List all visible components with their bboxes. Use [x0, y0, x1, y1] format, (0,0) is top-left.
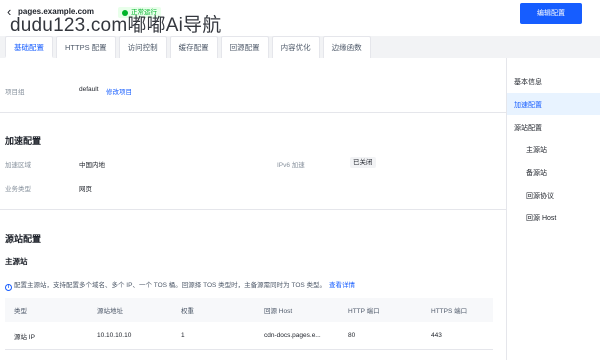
nav-item-acceleration[interactable]: 加速配置 — [514, 100, 542, 110]
tab-origin-pull[interactable]: 回源配置 — [220, 36, 269, 58]
primary-origin-title: 主源站 — [5, 257, 28, 266]
info-icon: i — [5, 284, 12, 291]
nav-item-basic-info[interactable]: 基本信息 — [514, 77, 542, 87]
tab-cache[interactable]: 缓存配置 — [169, 36, 218, 58]
business-type-label: 业务类型 — [5, 186, 31, 193]
anchor-nav: 基本信息 加速配置 源站配置 主源站 备源站 回源协议 回源 Host — [506, 58, 600, 360]
table-header: 类型 源站地址 权重 回源 Host HTTP 端口 HTTPS 端口 — [5, 298, 493, 322]
watermark-text: dudu123.com嘟嘟Ai导航 — [10, 15, 222, 36]
edit-project-link[interactable]: 修改项目 — [106, 86, 132, 96]
project-label: 项目组 — [5, 89, 25, 96]
col-weight: 权重 — [181, 308, 194, 315]
nav-item-origin-host[interactable]: 回源 Host — [526, 213, 556, 223]
col-address: 源站地址 — [97, 308, 123, 315]
col-type: 类型 — [14, 308, 27, 315]
business-type-value: 网页 — [79, 186, 92, 193]
divider — [0, 209, 506, 210]
nav-item-backup-origin[interactable]: 备源站 — [526, 168, 547, 178]
edit-config-button[interactable]: 编辑配置 — [520, 3, 582, 24]
cell-http-port: 80 — [348, 332, 356, 339]
divider — [0, 112, 506, 113]
tab-basic[interactable]: 基础配置 — [5, 36, 53, 58]
origin-notice: i 配置主源站，支持配置多个域名、多个 IP、一个 TOS 桶。回源择 TOS 类… — [5, 279, 355, 291]
notice-text: 配置主源站，支持配置多个域名、多个 IP、一个 TOS 桶。回源择 TOS 类型… — [14, 282, 327, 289]
tab-access-control[interactable]: 访问控制 — [118, 36, 167, 58]
cell-host: cdn-docs.pages.e... — [264, 332, 321, 339]
page-header: ‹ pages.example.com 正常运行 dudu123.com嘟嘟Ai… — [0, 0, 600, 36]
config-tabs: 基础配置 HTTPS 配置 访问控制 缓存配置 回源配置 内容优化 边缘函数 — [5, 36, 374, 58]
region-value: 中国内地 — [79, 162, 105, 169]
origin-section-title: 源站配置 — [5, 234, 42, 244]
tab-edge-functions[interactable]: 边缘函数 — [322, 36, 371, 58]
view-details-link[interactable]: 查看详情 — [329, 282, 355, 289]
nav-item-primary-origin[interactable]: 主源站 — [526, 145, 547, 155]
nav-item-origin[interactable]: 源站配置 — [514, 123, 542, 133]
region-label: 加速区域 — [5, 162, 31, 169]
table-row: 源站 IP 10.10.10.10 1 cdn-docs.pages.e... … — [5, 322, 493, 350]
col-https-port: HTTPS 端口 — [431, 308, 468, 315]
col-http-port: HTTP 端口 — [348, 308, 380, 315]
primary-origin-table: 类型 源站地址 权重 回源 Host HTTP 端口 HTTPS 端口 源站 I… — [5, 298, 493, 350]
project-value: default — [79, 86, 99, 93]
cell-weight: 1 — [181, 332, 185, 339]
cell-address: 10.10.10.10 — [97, 332, 132, 339]
col-host: 回源 Host — [264, 308, 293, 315]
tab-content-optimization[interactable]: 内容优化 — [271, 36, 320, 58]
ipv6-status-tag: 已关闭 — [350, 157, 376, 168]
cell-type: 源站 IP — [14, 333, 35, 341]
cell-https-port: 443 — [431, 332, 442, 339]
ipv6-label: IPv6 加速 — [277, 162, 305, 169]
nav-item-origin-protocol[interactable]: 回源协议 — [526, 191, 554, 201]
tab-https[interactable]: HTTPS 配置 — [56, 36, 116, 58]
acceleration-section-title: 加速配置 — [5, 136, 42, 146]
